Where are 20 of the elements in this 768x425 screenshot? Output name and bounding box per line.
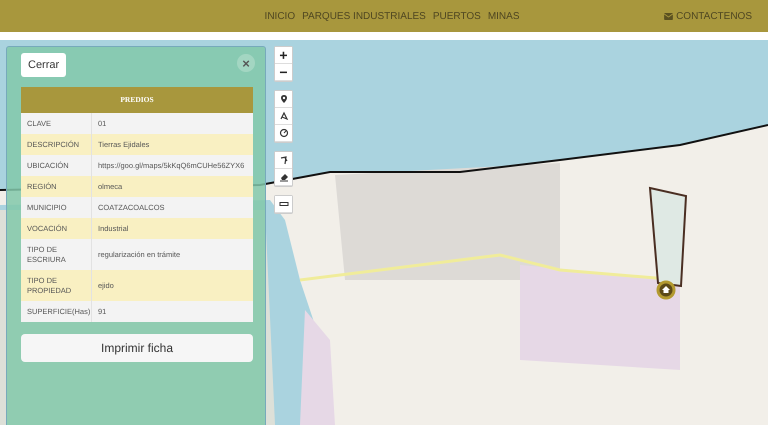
parcel-outline[interactable] [648, 186, 688, 288]
close-button[interactable]: Cerrar [21, 53, 66, 77]
map-marker-icon[interactable] [656, 280, 676, 300]
circle-icon [278, 128, 288, 138]
zoom-in-button[interactable]: + [275, 47, 292, 64]
marker-tool-button[interactable] [275, 91, 292, 108]
ruler-button[interactable] [275, 196, 292, 213]
edit-tool-button[interactable] [275, 152, 292, 169]
nav-link[interactable]: PUERTOS [432, 10, 481, 22]
close-icon[interactable]: × [237, 54, 255, 72]
print-button[interactable]: Imprimir ficha [21, 334, 253, 362]
contact-link[interactable]: CONTACTENOS [664, 10, 752, 22]
eraser-icon [278, 172, 288, 182]
map-pin-icon [278, 94, 288, 104]
ruler-icon [278, 199, 288, 209]
nav-link[interactable]: PARQUES INDUSTRIALES [302, 10, 426, 22]
nav-link[interactable]: INICIO [264, 10, 296, 22]
polyline-icon [278, 111, 288, 121]
nav-link[interactable]: MINAS [488, 10, 520, 22]
envelope-icon [664, 12, 674, 20]
